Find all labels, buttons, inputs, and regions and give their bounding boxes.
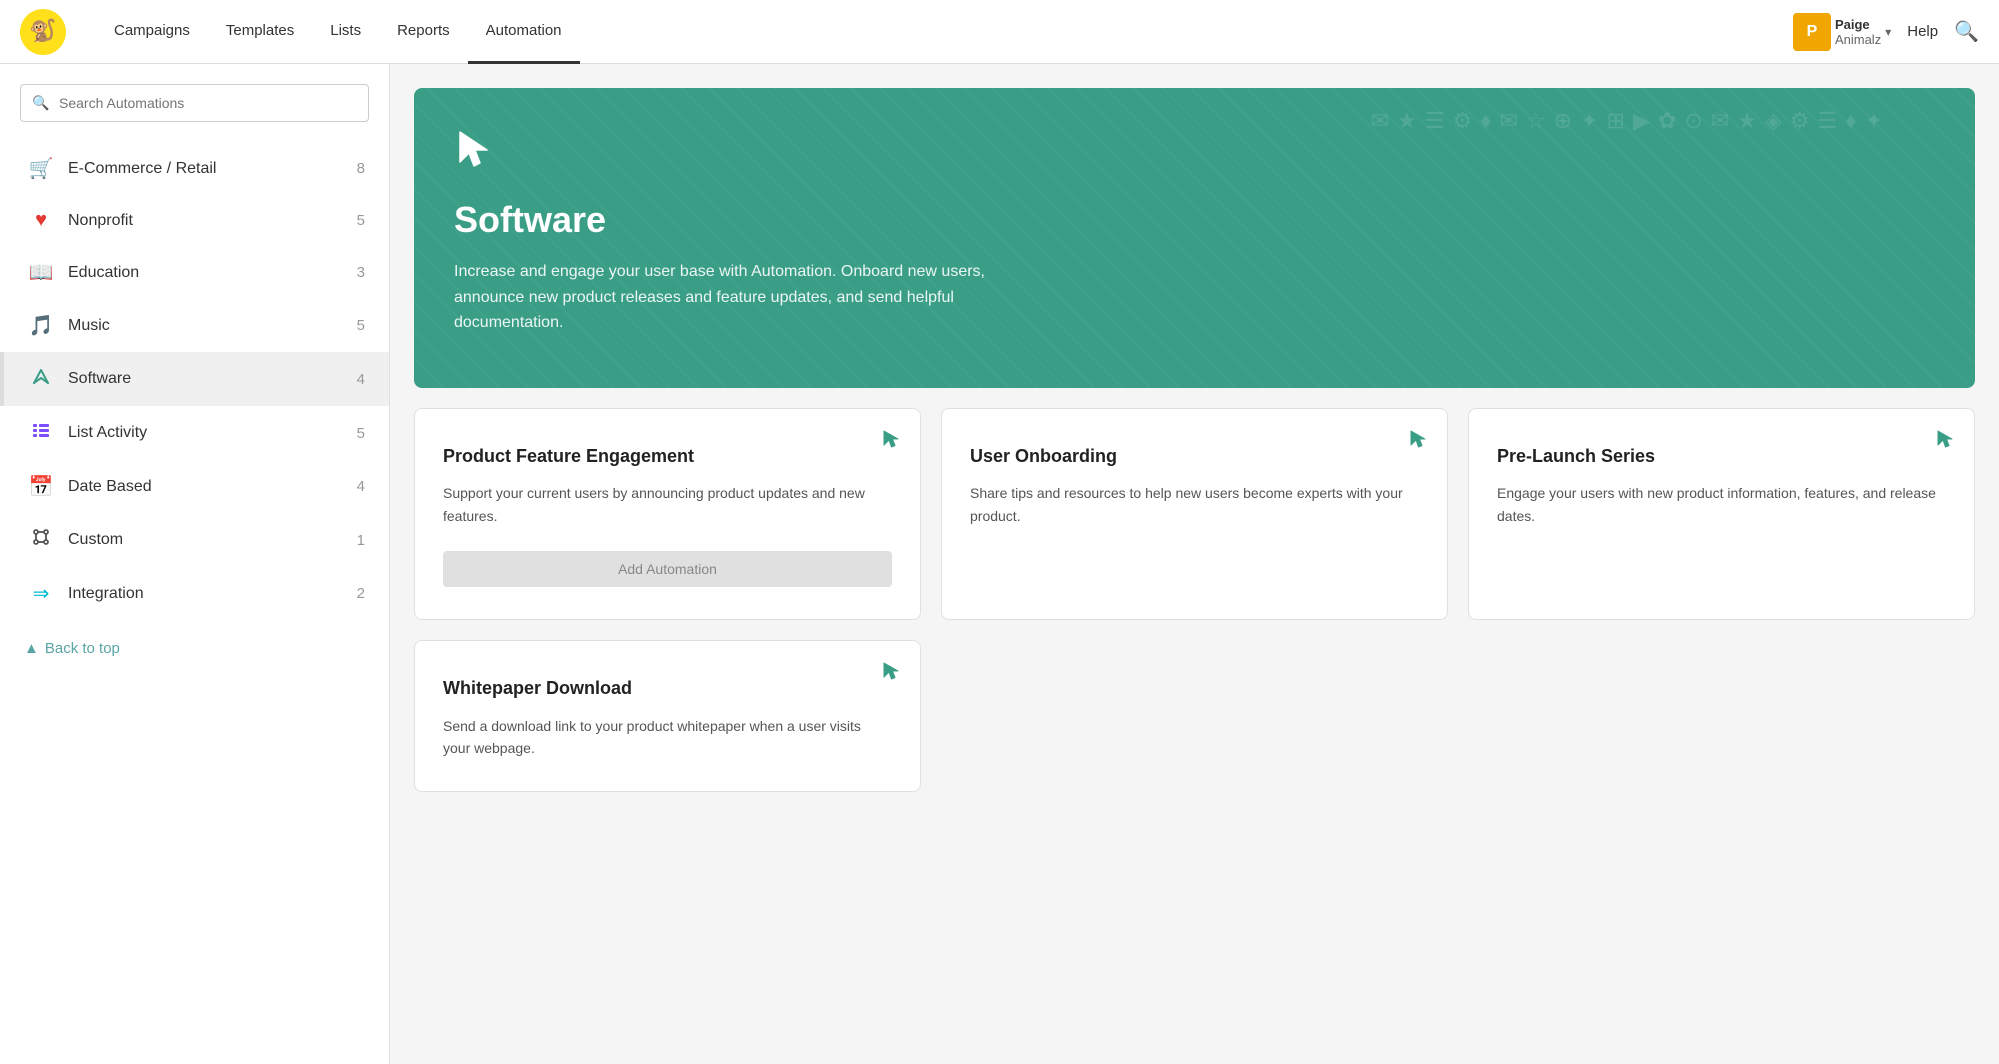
sidebar-item-music[interactable]: 🎵 Music 5 [0, 299, 389, 352]
sidebar-count-integration: 2 [357, 585, 365, 602]
nav-lists[interactable]: Lists [312, 0, 379, 64]
hero-cursor-icon [454, 128, 1935, 179]
hero-card: ✉★☰⚙♦ ✉☆⊕✦⊞ ▶✿⊙✉★ ◈⚙☰♦✦ Software Increas… [414, 88, 1975, 388]
card-cursor-icon-1 [1409, 429, 1427, 454]
sidebar-count-date-based: 4 [357, 478, 365, 495]
integration-icon: ⇒ [28, 581, 54, 606]
nav-right: P Paige Animalz ▾ Help 🔍 [1793, 13, 1979, 51]
sidebar-count-software: 4 [357, 371, 365, 388]
sidebar-label-list-activity: List Activity [68, 424, 343, 442]
user-menu[interactable]: P Paige Animalz ▾ [1793, 13, 1891, 51]
user-org: Animalz [1835, 32, 1881, 47]
user-info: Paige Animalz [1835, 17, 1881, 47]
sidebar-footer: ▲ Back to top [0, 620, 389, 677]
sidebar-label-integration: Integration [68, 585, 343, 603]
template-title-1: User Onboarding [970, 445, 1419, 468]
sidebar-item-integration[interactable]: ⇒ Integration 2 [0, 567, 389, 620]
sidebar-label-ecommerce: E-Commerce / Retail [68, 160, 343, 178]
nav-templates[interactable]: Templates [208, 0, 312, 64]
ecommerce-icon: 🛒 [28, 156, 54, 181]
add-automation-button-0[interactable]: Add Automation [443, 551, 892, 587]
sidebar-label-software: Software [68, 370, 343, 388]
hero-description: Increase and engage your user base with … [454, 259, 1054, 336]
sidebar-count-ecommerce: 8 [357, 160, 365, 177]
sidebar-label-custom: Custom [68, 531, 343, 549]
template-title-2: Pre-Launch Series [1497, 445, 1946, 468]
template-card-product-feature[interactable]: Product Feature Engagement Support your … [414, 408, 921, 620]
nav-reports[interactable]: Reports [379, 0, 468, 64]
sidebar: 🔍 🛒 E-Commerce / Retail 8 ♥ Nonprofit 5 … [0, 64, 390, 1064]
nav-items: Campaigns Templates Lists Reports Automa… [96, 0, 580, 64]
chevron-down-icon: ▾ [1885, 25, 1891, 39]
nav-campaigns[interactable]: Campaigns [96, 0, 208, 64]
search-icon[interactable]: 🔍 [1954, 19, 1979, 44]
sidebar-item-ecommerce[interactable]: 🛒 E-Commerce / Retail 8 [0, 142, 389, 195]
main-layout: 🔍 🛒 E-Commerce / Retail 8 ♥ Nonprofit 5 … [0, 64, 1999, 1064]
template-desc-2: Engage your users with new product infor… [1497, 482, 1946, 527]
sidebar-search-icon: 🔍 [32, 95, 49, 112]
card-cursor-icon-2 [1936, 429, 1954, 454]
sidebar-search-input[interactable] [20, 84, 369, 122]
nonprofit-icon: ♥ [28, 209, 54, 232]
template-title-0: Product Feature Engagement [443, 445, 892, 468]
sidebar-item-date-based[interactable]: 📅 Date Based 4 [0, 460, 389, 513]
custom-icon [28, 527, 54, 553]
top-navigation: 🐒 Campaigns Templates Lists Reports Auto… [0, 0, 1999, 64]
sidebar-label-music: Music [68, 317, 343, 335]
template-card-whitepaper[interactable]: Whitepaper Download Send a download link… [414, 640, 921, 792]
sidebar-label-education: Education [68, 264, 343, 282]
sidebar-item-custom[interactable]: Custom 1 [0, 513, 389, 567]
help-link[interactable]: Help [1907, 23, 1938, 40]
hero-title: Software [454, 199, 1935, 241]
music-icon: 🎵 [28, 313, 54, 338]
education-icon: 📖 [28, 260, 54, 285]
svg-text:🐒: 🐒 [29, 18, 56, 43]
sidebar-count-education: 3 [357, 264, 365, 281]
template-desc-3: Send a download link to your product whi… [443, 715, 892, 760]
sidebar-count-list-activity: 5 [357, 425, 365, 442]
software-icon [28, 366, 54, 392]
list-activity-icon [28, 420, 54, 446]
template-desc-1: Share tips and resources to help new use… [970, 482, 1419, 527]
card-cursor-icon-0 [882, 429, 900, 454]
back-to-top-link[interactable]: ▲ Back to top [24, 640, 365, 657]
card-cursor-icon-3 [882, 661, 900, 686]
user-name: Paige [1835, 17, 1881, 32]
sidebar-label-date-based: Date Based [68, 478, 343, 496]
sidebar-count-nonprofit: 5 [357, 212, 365, 229]
sidebar-count-music: 5 [357, 317, 365, 334]
sidebar-search-wrapper: 🔍 [20, 84, 369, 122]
sidebar-count-custom: 1 [357, 532, 365, 549]
content-area: ✉★☰⚙♦ ✉☆⊕✦⊞ ▶✿⊙✉★ ◈⚙☰♦✦ Software Increas… [390, 64, 1999, 1064]
template-card-user-onboarding[interactable]: User Onboarding Share tips and resources… [941, 408, 1448, 620]
sidebar-item-software[interactable]: Software 4 [0, 352, 389, 406]
template-desc-0: Support your current users by announcing… [443, 482, 892, 527]
logo[interactable]: 🐒 [20, 9, 66, 55]
avatar: P [1793, 13, 1831, 51]
sidebar-item-nonprofit[interactable]: ♥ Nonprofit 5 [0, 195, 389, 246]
sidebar-label-nonprofit: Nonprofit [68, 212, 343, 230]
sidebar-item-education[interactable]: 📖 Education 3 [0, 246, 389, 299]
template-title-3: Whitepaper Download [443, 677, 892, 700]
date-based-icon: 📅 [28, 474, 54, 499]
template-card-pre-launch[interactable]: Pre-Launch Series Engage your users with… [1468, 408, 1975, 620]
sidebar-item-list-activity[interactable]: List Activity 5 [0, 406, 389, 460]
chevron-up-icon: ▲ [24, 640, 39, 657]
nav-automation[interactable]: Automation [468, 0, 580, 64]
template-grid: Product Feature Engagement Support your … [414, 408, 1975, 792]
